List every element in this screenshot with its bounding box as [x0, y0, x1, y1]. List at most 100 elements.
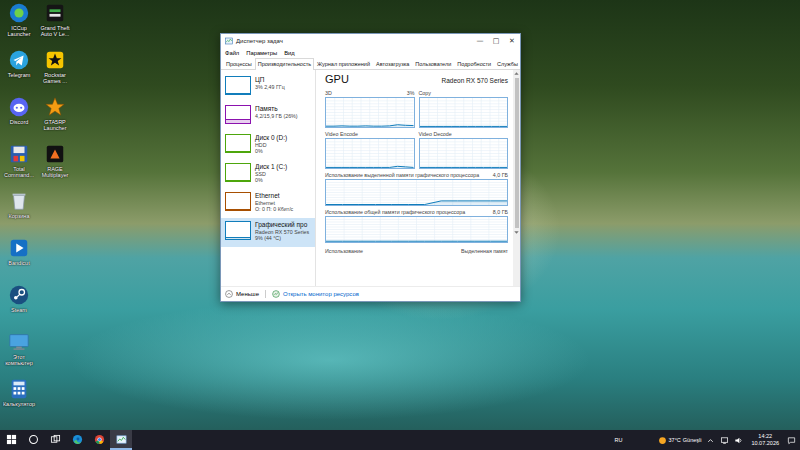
sun-icon	[658, 436, 667, 445]
telegram-icon	[8, 49, 30, 71]
taskbar-app[interactable]	[88, 430, 110, 450]
totalcmd-icon	[8, 143, 30, 165]
desktop-icon[interactable]: Telegram	[1, 49, 37, 96]
desktop-icon[interactable]: Корзина	[1, 190, 37, 237]
window-control-button[interactable]: ✕	[504, 35, 520, 47]
sidebar-item-name: Диск 1 (C:)	[255, 163, 287, 171]
scrollbar-thumb[interactable]	[515, 78, 519, 228]
desktop: ICCup Launcher Telegram Discord Total Comma…	[0, 0, 800, 450]
tray-item[interactable]	[720, 436, 729, 445]
sidebar-item-detail: 9% (44 °C)	[255, 235, 309, 241]
thumbnail-graph	[225, 163, 251, 182]
sidebar-item-detail: О: 0 П: 0 Кбит/с	[255, 206, 293, 212]
search-button[interactable]	[22, 430, 44, 450]
usage-caption: Использование	[325, 248, 363, 254]
tab-bar: ПроцессыПроизводительностьЖурнал приложе…	[221, 58, 520, 70]
usage-chart	[325, 97, 415, 128]
sidebar-item[interactable]: Диск 1 (C:)SSD0%	[221, 160, 315, 189]
desktop-icon-label: GTA5RP Launcher	[37, 119, 73, 132]
desktop-icon-label: Total Command...	[1, 166, 37, 179]
desktop-icon[interactable]: Steam	[1, 284, 37, 331]
engine-graph: 3D3%	[325, 90, 415, 128]
engine-label[interactable]: Video Decode	[419, 131, 452, 138]
desktop-icon[interactable]: Bandicut	[1, 237, 37, 284]
dedicated-memory-caption: Выделенная памят	[461, 248, 508, 254]
memory-max: 8,0 ГБ	[493, 209, 508, 216]
taskbar: RU 37°CGüneşli 14:2210.07.2026	[0, 430, 800, 450]
desktop-icon[interactable]: RAGE Multiplayer	[37, 143, 73, 190]
sidebar-item[interactable]: Память4,2/15,9 ГБ (26%)	[221, 102, 315, 131]
desktop-icon-label: Telegram	[1, 72, 37, 78]
engine-label[interactable]: Video Encode	[325, 131, 358, 138]
search-circle-icon	[28, 434, 39, 445]
network-icon	[720, 436, 729, 445]
memory-graph: Использование общей памяти графического …	[325, 209, 508, 243]
menu-item[interactable]: Файл	[225, 50, 239, 56]
thispc-icon	[8, 331, 30, 353]
rage-icon	[44, 143, 66, 165]
desktop-icon[interactable]: Grand Theft Auto V Le...	[37, 2, 73, 49]
resource-monitor-link[interactable]: Открыть монитор ресурсов	[272, 290, 359, 298]
engine-label[interactable]: 3D	[325, 90, 332, 97]
sidebar-item[interactable]: ЦП3% 2,49 ГГц	[221, 73, 315, 102]
sidebar-item-name: Диск 0 (D:)	[255, 134, 287, 142]
memory-graph: Использование выделенной памяти графичес…	[325, 172, 508, 206]
menu-bar: Файл Параметры Вид	[221, 47, 520, 58]
sidebar-item[interactable]: EthernetEthernetО: 0 П: 0 Кбит/с	[221, 189, 315, 218]
window-control-button[interactable]: □	[488, 35, 504, 47]
scrollbar[interactable]	[513, 70, 520, 286]
scroll-up-icon[interactable]	[513, 70, 520, 77]
fewer-details-button[interactable]: Меньше	[225, 290, 259, 298]
collapse-icon	[225, 290, 233, 298]
volume-icon	[734, 436, 743, 445]
tab[interactable]: Журнал приложений	[314, 58, 373, 69]
window-control-button[interactable]: —	[472, 35, 488, 47]
tray-item[interactable]	[734, 436, 743, 445]
rockstar-icon	[44, 49, 66, 71]
taskbar-app[interactable]	[110, 430, 132, 450]
weather-widget[interactable]: 37°CGüneşli	[658, 436, 702, 445]
resource-monitor-icon	[272, 290, 280, 298]
tray-item[interactable]	[706, 436, 715, 445]
task-manager-icon	[225, 37, 233, 45]
tab[interactable]: Процессы	[223, 58, 255, 69]
desktop-icon[interactable]: ICCup Launcher	[1, 2, 37, 49]
task-view-button[interactable]	[44, 430, 66, 450]
desktop-icon[interactable]: Discord	[1, 96, 37, 143]
menu-item[interactable]: Вид	[284, 50, 295, 56]
title-bar[interactable]: Диспетчер задач—□✕	[221, 34, 520, 47]
sidebar-item[interactable]: Диск 0 (D:)HDD0%	[221, 131, 315, 160]
menu-item[interactable]: Параметры	[246, 50, 277, 56]
memory-chart	[325, 179, 508, 206]
engine-label[interactable]: Copy	[419, 90, 431, 97]
usage-chart	[325, 138, 415, 169]
tab[interactable]: Подробности	[454, 58, 494, 69]
desktop-icon[interactable]: Калькулятор	[1, 378, 37, 425]
tab[interactable]: Автозагрузка	[373, 58, 412, 69]
desktop-icon[interactable]: GTA5RP Launcher	[37, 96, 73, 143]
tab[interactable]: Пользователи	[412, 58, 454, 69]
desktop-icon[interactable]: Этот компьютер	[1, 331, 37, 378]
device-name: Radeon RX 570 Series	[442, 77, 509, 84]
desktop-icon-label: Bandicut	[1, 260, 37, 266]
iccup-icon	[8, 2, 30, 24]
sidebar-item-name: Графический про	[255, 221, 309, 229]
tab[interactable]: Службы	[494, 58, 521, 69]
gta-icon	[44, 2, 66, 24]
scroll-down-icon[interactable]	[513, 229, 520, 236]
language-indicator[interactable]: RU	[615, 437, 623, 444]
sidebar-item[interactable]: Графический проRadeon RX 570 Series9% (4…	[221, 218, 315, 247]
desktop-icon-label: ICCup Launcher	[1, 25, 37, 38]
edge-icon	[72, 434, 83, 445]
notification-button[interactable]	[787, 436, 796, 445]
thumbnail-graph	[225, 134, 251, 153]
sidebar-item-detail: 0%	[255, 148, 287, 154]
taskbar-app[interactable]	[66, 430, 88, 450]
chevron-icon	[706, 436, 715, 445]
desktop-icon[interactable]: Rockstar Games ...	[37, 49, 73, 96]
tab[interactable]: Производительность	[255, 58, 314, 70]
clock[interactable]: 14:2210.07.2026	[748, 433, 782, 447]
desktop-icon[interactable]: Total Command...	[1, 143, 37, 190]
task-manager-window[interactable]: Диспетчер задач—□✕ Файл Параметры Вид Процес…	[220, 33, 521, 302]
start-button[interactable]	[0, 430, 22, 450]
